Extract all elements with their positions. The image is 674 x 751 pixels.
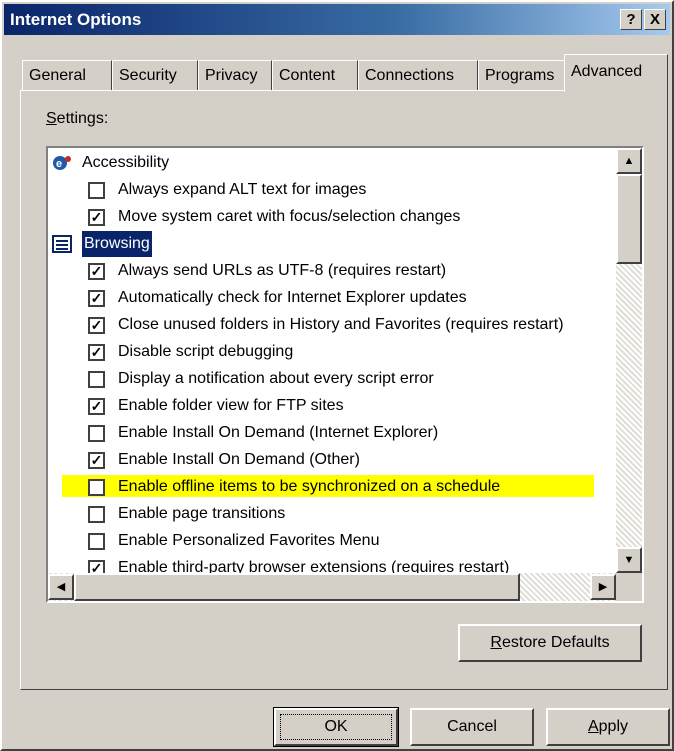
tab-connections[interactable]: Connections	[358, 60, 478, 90]
option-label: Enable Personalized Favorites Menu	[118, 532, 380, 549]
option-label: Automatically check for Internet Explore…	[118, 289, 467, 306]
svg-text:e: e	[56, 158, 62, 170]
settings-option[interactable]: ✓ Enable Install On Demand (Other)	[48, 447, 616, 473]
checkbox-unchecked[interactable]	[88, 182, 105, 199]
restore-defaults-button[interactable]: Restore Defaults	[458, 624, 642, 662]
scroll-left-button[interactable]: ◀	[48, 574, 74, 600]
checkbox-checked[interactable]: ✓	[88, 290, 105, 307]
horizontal-scrollbar[interactable]: ◀ ▶	[48, 573, 616, 601]
option-label: Disable script debugging	[118, 343, 294, 360]
tab-general[interactable]: General	[22, 60, 112, 90]
category-label: Accessibility	[82, 154, 170, 171]
option-label: Always send URLs as UTF-8 (requires rest…	[118, 262, 447, 279]
option-label: Always expand ALT text for images	[118, 181, 367, 198]
title-bar[interactable]: Internet Options ? X	[4, 4, 670, 35]
tab-security[interactable]: Security	[112, 60, 198, 90]
horizontal-scroll-thumb[interactable]	[74, 573, 520, 601]
checkbox-unchecked[interactable]	[88, 425, 105, 442]
settings-option[interactable]: ✓ Disable script debugging	[48, 339, 616, 365]
scrollbar-corner	[616, 573, 642, 601]
option-label: Enable folder view for FTP sites	[118, 397, 344, 414]
settings-option[interactable]: ✓ Close unused folders in History and Fav…	[48, 312, 616, 338]
scroll-down-button[interactable]: ▼	[616, 547, 642, 573]
option-label: Move system caret with focus/selection c…	[118, 208, 461, 225]
settings-list[interactable]: e Accessibility Always expand ALT text for…	[46, 146, 644, 603]
checkbox-checked[interactable]: ✓	[88, 560, 105, 573]
help-button[interactable]: ?	[620, 9, 642, 30]
settings-label: Settings:	[46, 110, 109, 127]
checkbox-checked[interactable]: ✓	[88, 317, 105, 334]
checkbox-checked[interactable]: ✓	[88, 209, 105, 226]
option-label: Enable Install On Demand (Other)	[118, 451, 360, 468]
settings-option[interactable]: Display a notification about every scrip…	[48, 366, 616, 392]
settings-option[interactable]: Enable page transitions	[48, 501, 616, 527]
checkbox-checked[interactable]: ✓	[88, 344, 105, 361]
checkbox-unchecked[interactable]	[88, 506, 105, 523]
vertical-scroll-thumb[interactable]	[616, 174, 642, 264]
vertical-scrollbar[interactable]: ▲ ▼	[616, 148, 642, 573]
cancel-button[interactable]: Cancel	[410, 708, 534, 746]
window-title: Internet Options	[10, 10, 142, 29]
settings-category[interactable]: e Accessibility	[48, 150, 616, 176]
checkbox-unchecked[interactable]	[88, 533, 105, 550]
checkbox-unchecked[interactable]	[88, 371, 105, 388]
settings-option[interactable]: ✓ Always send URLs as UTF-8 (requires res…	[48, 258, 616, 284]
option-label: Display a notification about every scrip…	[118, 370, 434, 387]
focus-rectangle	[280, 714, 392, 740]
option-label: Close unused folders in History and Favo…	[118, 316, 564, 333]
category-label: Browsing	[82, 231, 152, 257]
settings-option[interactable]: ✓ Enable folder view for FTP sites	[48, 393, 616, 419]
settings-list-items: e Accessibility Always expand ALT text for…	[48, 148, 616, 573]
accessibility-icon: e	[52, 154, 72, 172]
settings-option[interactable]: ✓ Move system caret with focus/selection …	[48, 204, 616, 230]
apply-button[interactable]: Apply	[546, 708, 670, 746]
checkbox-unchecked[interactable]	[88, 479, 105, 496]
settings-option[interactable]: Enable Personalized Favorites Menu	[48, 528, 616, 554]
settings-option[interactable]: ✓ Enable third-party browser extensions (…	[48, 555, 616, 573]
settings-category[interactable]: Browsing	[48, 231, 616, 257]
settings-option[interactable]: ✓ Automatically check for Internet Explor…	[48, 285, 616, 311]
checkbox-checked[interactable]: ✓	[88, 263, 105, 280]
tab-programs[interactable]: Programs	[478, 60, 570, 90]
checkbox-checked[interactable]: ✓	[88, 452, 105, 469]
tab-privacy[interactable]: Privacy	[198, 60, 272, 90]
settings-option[interactable]: Enable Install On Demand (Internet Explo…	[48, 420, 616, 446]
option-label: Enable offline items to be synchronized …	[118, 478, 501, 495]
option-label: Enable page transitions	[118, 505, 286, 522]
close-button[interactable]: X	[644, 9, 666, 30]
browsing-icon	[52, 235, 72, 253]
scroll-up-button[interactable]: ▲	[616, 148, 642, 174]
tab-advanced[interactable]: Advanced	[564, 54, 668, 92]
tab-content[interactable]: Content	[272, 60, 358, 90]
option-label: Enable Install On Demand (Internet Explo…	[118, 424, 439, 441]
ok-button[interactable]: OK	[273, 707, 399, 747]
scroll-right-button[interactable]: ▶	[590, 574, 616, 600]
settings-option[interactable]: Enable offline items to be synchronized …	[48, 474, 616, 500]
option-label: Enable third-party browser extensions (r…	[118, 559, 510, 573]
internet-options-window: Internet Options ? X General Security Pr…	[0, 0, 674, 751]
checkbox-checked[interactable]: ✓	[88, 398, 105, 415]
settings-option[interactable]: Always expand ALT text for images	[48, 177, 616, 203]
